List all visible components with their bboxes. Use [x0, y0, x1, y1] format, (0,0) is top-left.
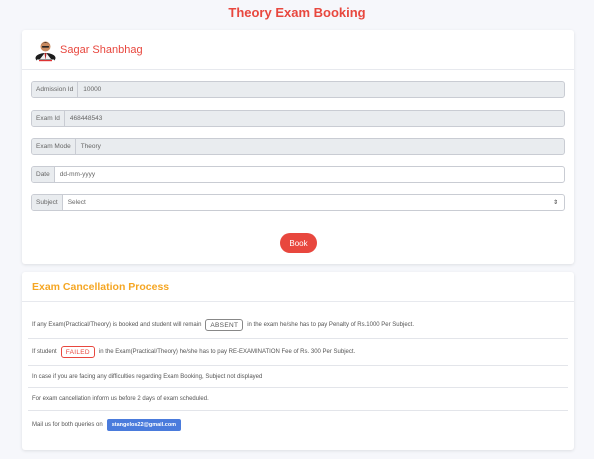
failed-tag: FAILED — [60, 346, 95, 358]
subject-label: Subject — [32, 195, 63, 210]
admission-id-label: Admission Id — [32, 82, 79, 97]
mail-row: Mail us for both queries on stangelos22@… — [28, 412, 568, 437]
exam-id-label: Exam Id — [32, 111, 65, 126]
difficulties-text: In case if you are facing any difficulti… — [32, 373, 263, 380]
exam-mode-label: Exam Mode — [32, 139, 76, 154]
difficulties-row: In case if you are facing any difficulti… — [28, 366, 568, 388]
booking-card: Sagar Shanbhag Admission Id 10000 Exam I… — [22, 30, 574, 264]
date-field[interactable]: Date dd-mm-yyyy — [31, 166, 565, 183]
date-label: Date — [32, 167, 55, 182]
cancellation-title: Exam Cancellation Process — [22, 272, 574, 302]
subject-select[interactable]: Subject Select ⇕ — [31, 194, 565, 211]
exam-mode-value: Theory — [80, 143, 101, 150]
failed-fee-row: If student FAILED in the Exam(Practical/… — [28, 339, 568, 366]
failed-row-text-start: If student — [32, 349, 57, 355]
profile-header: Sagar Shanbhag — [22, 30, 574, 70]
absent-row-text-start: If any Exam(Practical/Theory) is booked … — [32, 322, 202, 328]
user-name: Sagar Shanbhag — [60, 43, 143, 56]
book-button[interactable]: Book — [280, 233, 317, 253]
admission-id-value: 10000 — [83, 86, 102, 93]
absent-penalty-row: If any Exam(Practical/Theory) is booked … — [28, 312, 568, 339]
avatar — [33, 37, 58, 63]
select-arrows-icon[interactable]: ⇕ — [553, 195, 564, 210]
absent-row-text-end: in the exam he/she has to pay Penalty of… — [247, 322, 414, 328]
absent-tag: ABSENT — [205, 319, 244, 331]
exam-id-value: 468448543 — [69, 115, 103, 122]
failed-row-text-end: in the Exam(Practical/Theory) he/she has… — [98, 349, 356, 355]
exam-id-field: Exam Id 468448543 — [31, 110, 565, 127]
subject-selected-value[interactable]: Select — [63, 195, 553, 210]
email-link[interactable]: stangelos22@gmail.com — [106, 418, 182, 431]
page-title: Theory Exam Booking — [228, 5, 366, 20]
mail-text: Mail us for both queries on — [32, 421, 103, 428]
date-input[interactable]: dd-mm-yyyy — [55, 167, 564, 182]
cancellation-notice-row: For exam cancellation inform us before 2… — [28, 388, 568, 411]
exam-mode-field: Exam Mode Theory — [31, 138, 565, 155]
cancellation-notice-text: For exam cancellation inform us before 2… — [32, 396, 209, 402]
admission-id-field: Admission Id 10000 — [31, 81, 565, 98]
cancellation-card: Exam Cancellation Process If any Exam(Pr… — [22, 272, 574, 450]
